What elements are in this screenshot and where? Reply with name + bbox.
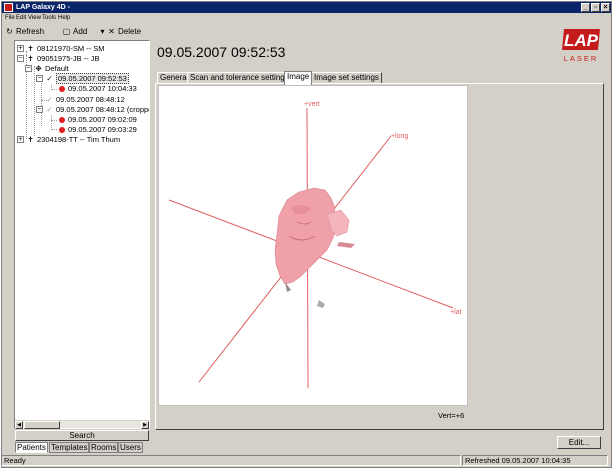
scroll-left-icon[interactable]: ◀ (15, 421, 23, 429)
status-bar: Ready Refreshed 09.05.2007 10:04:35 (0, 455, 609, 466)
plan-icon: ✥ (35, 64, 42, 73)
3d-scene[interactable]: +vert +long +lat (159, 86, 469, 407)
red-dot-icon (59, 117, 65, 124)
tab-templates[interactable]: Templates (49, 442, 90, 453)
axis-vert-label: +vert (304, 101, 320, 108)
tree-item-image[interactable]: 09.05.2007 09:03:29 (57, 125, 137, 135)
menu-file[interactable]: File (5, 14, 15, 22)
red-dot-icon (59, 127, 65, 134)
page-title: 09.05.2007 09:52:53 (157, 44, 286, 60)
close-button[interactable]: × (601, 3, 610, 12)
tab-image[interactable]: Image (284, 71, 313, 85)
collapse-icon[interactable]: − (36, 75, 43, 82)
tree-connector (34, 66, 35, 136)
tree-item-label: 09.05.2007 09:02:09 (68, 115, 137, 124)
scroll-right-icon[interactable]: ▶ (141, 421, 149, 429)
tree-item-label: 09.05.2007 08:48:12 (56, 95, 125, 104)
scroll-thumb[interactable] (24, 421, 60, 429)
app-icon (4, 3, 13, 12)
add-label: Add (73, 27, 88, 36)
delete-button[interactable]: ▾ ✕ Delete (100, 27, 141, 37)
red-dot-icon (59, 86, 65, 93)
tree-item-label: 09.05.2007 09:03:29 (68, 125, 137, 134)
lap-logo: LAP LASER (561, 28, 601, 68)
add-button[interactable]: ▢ Add (62, 27, 88, 37)
delete-icon: ✕ (108, 27, 115, 36)
collapse-icon[interactable]: − (17, 55, 24, 62)
minimize-button[interactable]: _ (581, 3, 590, 12)
menu-edit[interactable]: Edit (16, 14, 26, 22)
search-button[interactable]: Search (15, 430, 149, 441)
tree-item-label-selected: 09.05.2007 09:52:53 (56, 73, 129, 84)
title-bar[interactable]: LAP Galaxy 4D - _ ▫ × (2, 2, 611, 13)
tree-item-image[interactable]: 09.05.2007 09:02:09 (57, 115, 137, 125)
refresh-icon: ↻ (6, 27, 13, 36)
tab-patients[interactable]: Patients (15, 442, 48, 453)
patient-tree[interactable]: + ✝ 08121970-SM -- SM − ✝ 09051975-JB -- J… (14, 40, 150, 429)
panel-splitter[interactable] (151, 40, 154, 454)
window-title: LAP Galaxy 4D - (16, 4, 70, 11)
logo-subtitle: LASER (563, 54, 599, 63)
tree-item-scan[interactable]: ✓ 09.05.2007 08:48:12 (45, 95, 125, 105)
document-icon: ▢ (62, 27, 71, 36)
tree-connector (51, 115, 52, 130)
tree-item-label: 09051975-JB -- JB (37, 54, 100, 63)
toolbar: ↻ Refresh ▢ Add ▾ ✕ Delete (2, 24, 611, 40)
tab-rooms[interactable]: Rooms (89, 442, 119, 453)
menu-tools[interactable]: Tools (42, 14, 56, 22)
3d-viewer[interactable]: +vert +long +lat (158, 85, 468, 406)
tree-item-label: 09.05.2007 10:04:33 (68, 84, 137, 93)
tree-item-label: 09.05.2007 08:48:12 (croppe (56, 105, 150, 114)
tree-horizontal-scrollbar[interactable]: ◀ ▶ (15, 420, 149, 429)
axis-lat-label: +lat (450, 309, 462, 316)
maximize-button[interactable]: ▫ (591, 3, 600, 12)
status-right: Refreshed 09.05.2007 10:04:35 (462, 455, 608, 466)
tree-item-label: Default (45, 64, 69, 73)
person-icon: ✝ (27, 54, 34, 63)
vert-readout: Vert=+6 (438, 411, 465, 420)
status-left: Ready (1, 455, 461, 466)
dropdown-arrow-icon: ▾ (100, 27, 105, 36)
check-icon: ✓ (46, 74, 53, 83)
refresh-button[interactable]: ↻ Refresh (5, 27, 44, 37)
expand-icon[interactable]: + (17, 45, 24, 52)
person-icon: ✝ (27, 44, 34, 53)
delete-label: Delete (118, 27, 142, 36)
tree-item-label: 08121970-SM -- SM (37, 44, 105, 53)
check-icon: ✓ (46, 105, 53, 114)
menu-help[interactable]: Help (58, 14, 70, 22)
collapse-icon[interactable]: − (25, 65, 32, 72)
tree-item-label: 2304198-TT -- Tim Thum (37, 135, 121, 144)
expand-icon[interactable]: + (17, 136, 24, 143)
tree-connector (41, 76, 42, 126)
tree-item-image[interactable]: 09.05.2007 10:04:33 (57, 84, 137, 94)
collapse-icon[interactable]: − (36, 106, 43, 113)
check-icon: ✓ (46, 95, 53, 104)
logo-mark: LAP (564, 31, 599, 50)
axis-long-label: +long (391, 133, 408, 140)
edit-button[interactable]: Edit... (557, 436, 601, 449)
refresh-label: Refresh (16, 27, 45, 36)
menu-bar: File Edit View Tools Help (2, 13, 611, 23)
tab-users[interactable]: Users (118, 442, 143, 453)
face-surface (274, 187, 355, 308)
menu-view[interactable]: View (28, 14, 41, 22)
person-icon: ✝ (27, 135, 34, 144)
